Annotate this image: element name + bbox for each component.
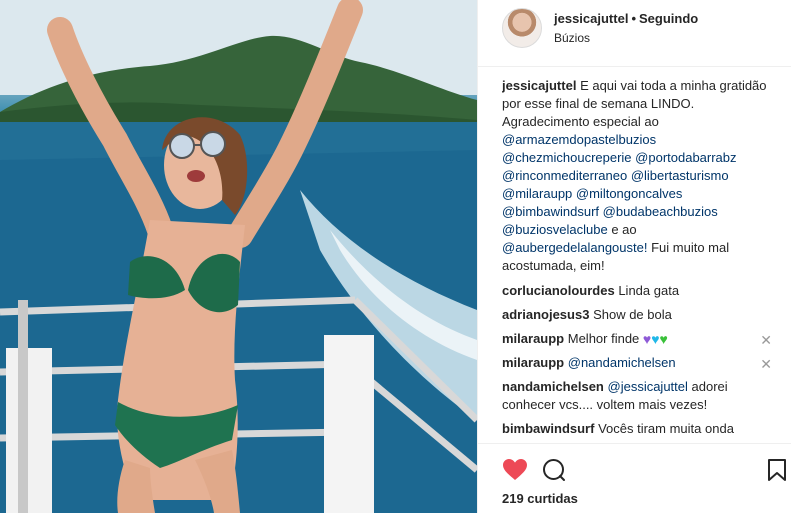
comment-text: Melhor finde — [567, 331, 640, 346]
comment-username[interactable]: nandamichelsen — [502, 379, 604, 394]
caption-mention[interactable]: @milaraupp — [502, 186, 572, 201]
comment-mention[interactable]: @nandamichelsen — [568, 355, 676, 370]
header-separator: • — [631, 11, 636, 26]
post-header: jessicajuttel • Seguindo Búzios — [478, 0, 791, 67]
comment-icon[interactable] — [542, 458, 566, 482]
location-link[interactable]: Búzios — [554, 31, 590, 45]
caption-mention[interactable]: @portodabarrabz — [635, 150, 736, 165]
comment-username[interactable]: milaraupp — [502, 355, 564, 370]
comment-item: nandamichelsen @jessicajuttel adorei con… — [502, 378, 772, 414]
post-details-panel: jessicajuttel • Seguindo Búzios jessicajut… — [477, 0, 791, 513]
caption-mention[interactable]: @libertasturismo — [631, 168, 729, 183]
caption-mention[interactable]: @buziosvelaclube — [502, 222, 608, 237]
post-actions: 219 curtidas — [478, 443, 791, 514]
caption-mention[interactable]: @rinconmediterraneo — [502, 168, 627, 183]
comment-item: bimbawindsurf Vocês tiram muita onda — [502, 420, 772, 438]
photo-illustration — [0, 0, 477, 513]
header-line: jessicajuttel • Seguindo — [554, 11, 698, 26]
header-username[interactable]: jessicajuttel — [554, 11, 628, 26]
comment-text: Linda gata — [618, 283, 680, 298]
caption-mention[interactable]: @budabeachbuzios — [603, 204, 718, 219]
comment-item: corlucianolourdes Linda gata — [502, 282, 772, 300]
avatar[interactable] — [502, 8, 542, 48]
blue-heart-icon: ♥ — [651, 331, 660, 347]
caption: jessicajuttel E aqui vai toda a minha gr… — [502, 77, 772, 277]
bookmark-icon[interactable] — [766, 458, 788, 482]
comment-username[interactable]: corlucianolourdes — [502, 283, 615, 298]
caption-mention[interactable]: @armazemdopastelbuzios — [502, 132, 656, 147]
caption-mention[interactable]: @miltongoncalves — [576, 186, 682, 201]
comment-item: milaraupp @nandamichelsen ✕ — [502, 354, 772, 372]
comment-item: milaraupp Melhor finde ♥♥♥ ✕ — [502, 330, 772, 348]
caption-mention-last[interactable]: @aubergedelalangouste! — [502, 240, 647, 255]
caption-mention[interactable]: @bimbawindsurf — [502, 204, 599, 219]
caption-text-2: e ao — [611, 222, 637, 237]
close-icon[interactable]: ✕ — [760, 355, 772, 373]
comment-username[interactable]: milaraupp — [502, 331, 564, 346]
close-icon[interactable]: ✕ — [760, 331, 772, 349]
comments-list[interactable]: jessicajuttel E aqui vai toda a minha gr… — [502, 77, 772, 443]
purple-heart-icon: ♥ — [642, 331, 652, 347]
comment-username[interactable]: bimbawindsurf — [502, 421, 594, 436]
caption-username[interactable]: jessicajuttel — [502, 78, 576, 93]
comment-text: Vocês tiram muita onda — [598, 421, 734, 436]
follow-status-button[interactable]: Seguindo — [639, 11, 698, 26]
caption-mention[interactable]: @chezmichoucreperie — [502, 150, 632, 165]
heart-icon[interactable] — [502, 458, 528, 482]
likes-count[interactable]: 219 curtidas — [502, 491, 578, 506]
comment-username[interactable]: adrianojesus3 — [502, 307, 589, 322]
green-heart-icon: ♥ — [659, 331, 668, 347]
post-photo[interactable] — [0, 0, 477, 513]
comment-mention[interactable]: @jessicajuttel — [608, 379, 688, 394]
comment-item: adrianojesus3 Show de bola — [502, 306, 772, 324]
comment-text: Show de bola — [593, 307, 672, 322]
